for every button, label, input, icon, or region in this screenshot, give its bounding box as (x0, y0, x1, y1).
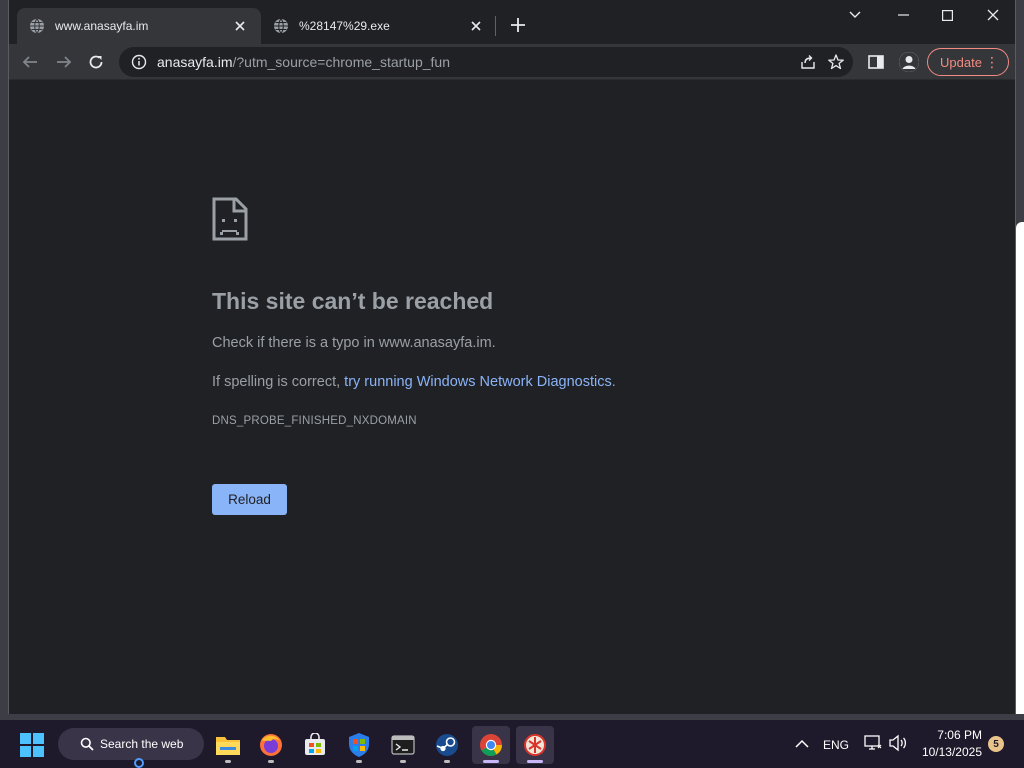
diagnostics-suffix: . (611, 374, 616, 390)
microsoft-store-icon (305, 733, 325, 755)
share-icon[interactable] (799, 53, 817, 71)
forward-button[interactable] (51, 50, 77, 74)
maximize-button[interactable] (927, 4, 967, 26)
chrome-icon (480, 734, 502, 756)
background-window-edge (1016, 222, 1024, 714)
windows-security-icon (349, 733, 369, 757)
close-window-button[interactable] (973, 4, 1013, 26)
volume-icon[interactable] (888, 734, 908, 752)
browser-window: www.anasayfa.im %28147%29.exe anasayfa.i… (8, 0, 1016, 714)
taskbar-file-explorer[interactable] (209, 726, 247, 764)
taskbar-windows-security[interactable] (340, 726, 378, 764)
network-icon[interactable] (864, 734, 882, 752)
close-tab-icon[interactable] (231, 17, 249, 35)
tab-exe[interactable]: %28147%29.exe (261, 8, 497, 44)
update-button[interactable]: Update ⋮ (927, 48, 1009, 76)
person-icon (899, 52, 919, 72)
close-tab-icon[interactable] (467, 17, 485, 35)
arrow-right-icon (57, 56, 72, 68)
language-indicator[interactable]: ENG (823, 738, 849, 752)
windows-start-icon[interactable] (20, 733, 44, 757)
running-indicator (225, 760, 231, 763)
clock-time[interactable]: 7:06 PM (920, 728, 982, 742)
kebab-menu-icon[interactable]: ⋮ (985, 55, 999, 69)
error-suggestion-diagnostics: If spelling is correct, try running Wind… (212, 374, 616, 390)
taskbar: Search the web ENG 7:06 PM 10/13/2025 5 (0, 720, 1024, 768)
update-label: Update (940, 54, 982, 70)
minimize-icon (897, 14, 909, 16)
url-host: anasayfa.im (157, 54, 233, 70)
notification-badge[interactable]: 5 (988, 736, 1004, 752)
chevron-down-icon (849, 11, 861, 18)
clock-date[interactable]: 10/13/2025 (910, 745, 982, 759)
taskbar-chrome[interactable] (472, 726, 510, 764)
close-icon (987, 9, 999, 21)
side-panel-icon[interactable] (867, 53, 885, 71)
search-label: Search the web (100, 737, 184, 751)
globe-icon (274, 18, 288, 34)
chevron-up-icon[interactable] (792, 734, 812, 754)
search-icon (80, 737, 94, 751)
app-icon (524, 734, 546, 756)
running-indicator (356, 760, 362, 763)
minimize-button[interactable] (883, 4, 923, 26)
running-indicator (483, 760, 499, 763)
sad-page-icon (212, 197, 248, 241)
plus-icon (511, 18, 525, 32)
file-explorer-icon (216, 737, 240, 755)
browser-toolbar: anasayfa.im/?utm_source=chrome_startup_f… (9, 44, 1015, 80)
running-indicator (400, 760, 406, 763)
globe-icon (30, 18, 44, 34)
bookmark-star-icon[interactable] (827, 53, 845, 71)
tab-title: www.anasayfa.im (55, 19, 149, 33)
maximize-icon (941, 9, 953, 21)
tab-strip: www.anasayfa.im %28147%29.exe (9, 0, 1015, 44)
reload-page-button[interactable]: Reload (212, 484, 287, 515)
error-page: This site can’t be reached Check if ther… (9, 81, 1015, 714)
taskbar-firefox[interactable] (252, 726, 290, 764)
desktop: www.anasayfa.im %28147%29.exe anasayfa.i… (0, 0, 1024, 768)
error-suggestion-typo: Check if there is a typo in www.anasayfa… (212, 335, 496, 351)
new-tab-button[interactable] (507, 15, 529, 37)
terminal-icon (391, 735, 415, 755)
running-indicator (268, 760, 274, 763)
firefox-icon (260, 734, 282, 756)
error-code: DNS_PROBE_FINISHED_NXDOMAIN (212, 415, 417, 427)
tab-search-button[interactable] (835, 4, 875, 26)
taskbar-app[interactable] (516, 726, 554, 764)
running-indicator (444, 760, 450, 763)
running-indicator (527, 760, 543, 763)
back-button[interactable] (17, 50, 43, 74)
search-highlight-indicator (134, 758, 144, 768)
steam-icon (436, 734, 458, 756)
reload-button[interactable] (83, 50, 109, 74)
taskbar-steam[interactable] (428, 726, 466, 764)
tab-separator (495, 16, 496, 36)
network-diagnostics-link[interactable]: try running Windows Network Diagnostics (344, 374, 612, 390)
taskbar-microsoft-store[interactable] (296, 726, 334, 764)
url-path: /?utm_source=chrome_startup_fun (232, 54, 450, 70)
error-title: This site can’t be reached (212, 288, 494, 314)
taskbar-search[interactable]: Search the web (58, 728, 204, 760)
arrow-left-icon (22, 56, 37, 68)
diagnostics-prefix: If spelling is correct, (212, 374, 345, 390)
profile-button[interactable] (899, 52, 919, 72)
address-bar[interactable]: anasayfa.im/?utm_source=chrome_startup_f… (119, 47, 853, 77)
tab-anasayfa[interactable]: www.anasayfa.im (17, 8, 261, 44)
tab-title: %28147%29.exe (299, 19, 390, 33)
info-icon[interactable] (131, 54, 147, 70)
reload-icon (89, 55, 103, 69)
taskbar-terminal[interactable] (384, 726, 422, 764)
